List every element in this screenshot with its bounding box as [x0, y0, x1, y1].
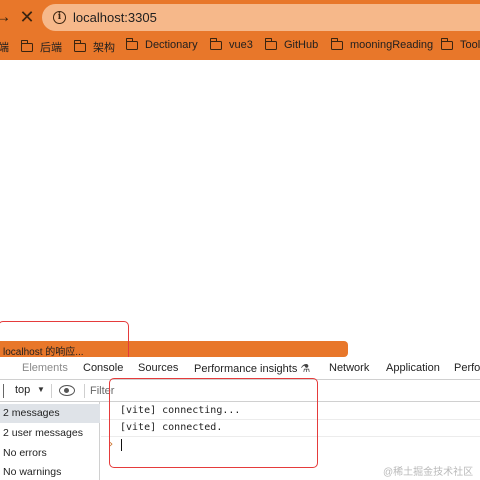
folder-icon [330, 37, 343, 50]
tab-elements[interactable]: Elements [22, 362, 68, 374]
tab-label: Performance insights [194, 363, 298, 375]
bookmark-label: Dectionary [145, 39, 198, 51]
bookmark-label: 架构 [93, 42, 115, 54]
tab-network[interactable]: Network [329, 362, 369, 374]
bookmark-label: Tools [460, 39, 480, 51]
bookmark-label: 端 [0, 42, 9, 54]
url-text[interactable]: localhost:3305 [73, 10, 157, 25]
bookmark-label: 后端 [40, 42, 62, 54]
bookmark-folder[interactable]: mooningReading [330, 37, 434, 51]
context-selector[interactable]: top [15, 384, 30, 396]
tab-console[interactable]: Console [83, 362, 123, 374]
address-bar[interactable]: i localhost:3305 [42, 4, 480, 31]
bookmark-label: vue3 [229, 39, 253, 51]
bookmark-folder[interactable]: Tools [440, 37, 480, 51]
sidebar-item-errors[interactable]: No errors [0, 444, 100, 463]
folder-icon [440, 37, 453, 50]
tab-sources[interactable]: Sources [138, 362, 178, 374]
eye-icon[interactable] [59, 385, 75, 396]
site-info-icon[interactable]: i [53, 11, 66, 24]
devtools-tab-strip: Elements Console Sources Performance ins… [0, 357, 480, 380]
console-sidebar: 2 messages 2 user messages No errors No … [0, 402, 100, 480]
forward-arrow-icon[interactable]: → [0, 6, 14, 28]
flask-icon: ⚗ [300, 363, 311, 375]
bookmark-folder[interactable]: Dectionary [125, 37, 198, 51]
folder-icon [125, 37, 138, 50]
sidebar-item-user-messages[interactable]: 2 user messages [0, 424, 100, 443]
bookmark-folder[interactable]: 后端 [20, 39, 62, 55]
folder-icon [264, 37, 277, 50]
toolbar-divider [51, 384, 52, 398]
tab-performance-insights[interactable]: Performance insights ⚗ [194, 362, 310, 375]
sidebar-toggle-icon[interactable] [0, 384, 4, 398]
folder-icon [73, 39, 86, 52]
watermark: @稀土掘金技术社区 [383, 467, 474, 478]
highlight-box-console [109, 378, 318, 468]
folder-icon [209, 37, 222, 50]
bookmark-item[interactable]: 端 [0, 39, 9, 55]
sidebar-item-messages[interactable]: 2 messages [0, 404, 100, 423]
bookmark-folder[interactable]: vue3 [209, 37, 253, 51]
bookmark-folder[interactable]: GitHub [264, 37, 319, 51]
toolbar-divider [84, 384, 85, 398]
tab-performance[interactable]: Perfor [454, 362, 480, 374]
bookmark-label: GitHub [284, 39, 319, 51]
bookmark-label: mooningReading [350, 39, 434, 51]
bookmark-folder[interactable]: 架构 [73, 39, 115, 55]
bookmarks-bar: 端 后端 架构 Dectionary vue3 GitHub mooningRe… [0, 34, 480, 60]
folder-icon [20, 39, 33, 52]
sidebar-item-warnings[interactable]: No warnings [0, 463, 100, 480]
browser-toolbar: → ✕ i localhost:3305 [0, 0, 480, 34]
caret-down-icon[interactable]: ▼ [37, 383, 45, 397]
tab-application[interactable]: Application [386, 362, 440, 374]
stop-loading-icon[interactable]: ✕ [16, 6, 38, 28]
